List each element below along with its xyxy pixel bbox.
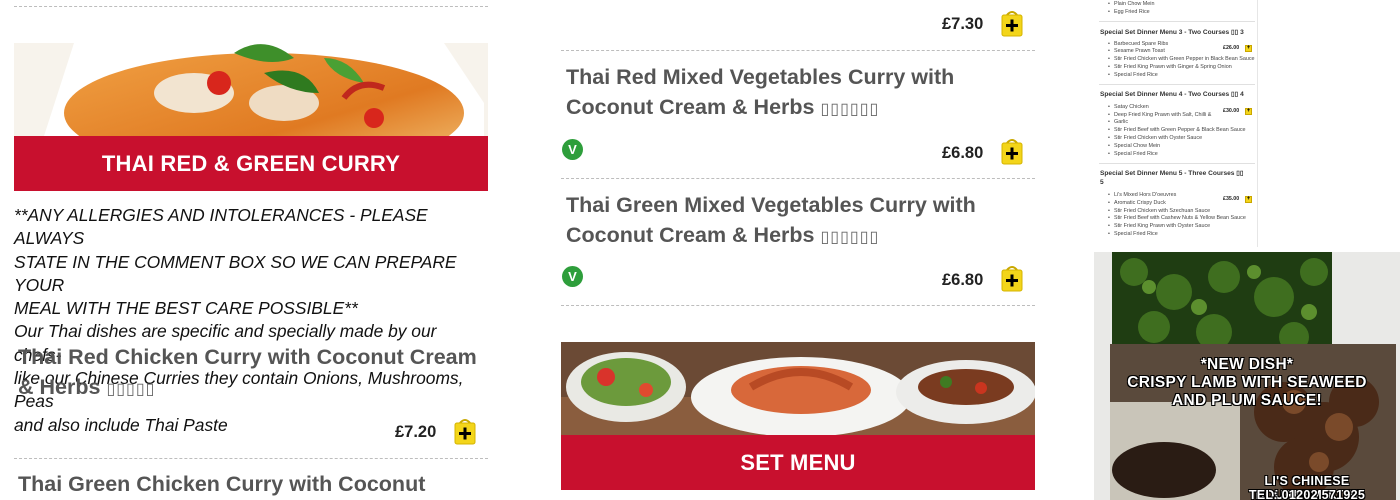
category-banner-label: SET MENU (561, 435, 1035, 490)
menu-line: Stir Fried King Prawn with Oyster Sauce (1108, 223, 1210, 229)
menu-line: Stir Fried Beef with Green Pepper & Blac… (1108, 127, 1246, 133)
dish-name-line: Thai Green Chicken Curry with Coconut (18, 472, 426, 496)
dish-name-text: Coconut Cream & Herbs (566, 223, 815, 247)
set-menu-price: £35.00 (1223, 196, 1240, 202)
menu-line: Stir Fried Chicken with Szechuan Sauce (1108, 208, 1210, 214)
add-to-basket-button[interactable]: + (1245, 196, 1252, 203)
set-menu-title: Special Set Dinner Menu 4 - Two Courses … (1100, 91, 1244, 98)
set-menu-title: Special Set Dinner Menu 5 - Three Course… (1100, 170, 1244, 177)
add-to-basket-button[interactable] (1001, 137, 1023, 165)
dish-price: £6.80 (942, 271, 984, 289)
vegetarian-icon: V (562, 139, 583, 160)
set-menu-title: 5 (1100, 179, 1104, 186)
dish-name: Thai Green Chicken Curry with Coconut (18, 469, 488, 499)
vegetarian-icon: V (562, 266, 583, 287)
dish-price: £7.20 (395, 423, 437, 441)
menu-line: Garlic (1108, 119, 1128, 125)
dish-name-text: & Herbs (18, 375, 101, 399)
menu-line: Special Fried Rice (1108, 151, 1158, 157)
dish-name-line: & Herbs ▯▯▯▯▯ (18, 372, 488, 405)
divider (561, 50, 1035, 51)
menu-line: Aromatic Crispy Duck (1108, 200, 1166, 206)
set-menu-title: Special Set Dinner Menu 3 - Two Courses … (1100, 29, 1244, 36)
curry-photo (14, 43, 488, 136)
set-menu-price: £30.00 (1223, 108, 1240, 114)
set-menu-photo (561, 342, 1035, 435)
advert-headline: *NEW DISH* (1200, 356, 1294, 373)
menu-line: Stir Fried Chicken with Green Pepper in … (1108, 56, 1255, 62)
add-to-basket-button[interactable] (1001, 264, 1023, 292)
menu-line: Special Fried Rice (1108, 72, 1158, 78)
dish-name-line: Thai Red Mixed Vegetables Curry with (566, 65, 955, 89)
missing-glyphs: ▯▯▯▯▯▯ (820, 101, 880, 118)
dish-price: £7.30 (942, 15, 984, 33)
divider (561, 305, 1035, 306)
basket-add-icon (1001, 11, 1023, 37)
dish-name: Thai Red Mixed Vegetables Curry with Coc… (566, 62, 1034, 125)
dish-name-text: Coconut Cream & Herbs (566, 95, 815, 119)
dish-name: Thai Green Mixed Vegetables Curry with C… (566, 190, 1034, 253)
menu-line: Barbecued Spare Ribs (1108, 41, 1168, 47)
missing-glyphs: ▯▯▯▯▯▯ (820, 229, 880, 246)
missing-glyphs: ▯▯▯▯▯ (106, 381, 156, 398)
dish-name-line: Thai Red Chicken Curry with Coconut Crea… (18, 345, 477, 369)
dish-name-line: Coconut Cream & Herbs ▯▯▯▯▯▯ (566, 92, 1034, 125)
dish-name-line: Coconut Cream & Herbs ▯▯▯▯▯▯ (566, 220, 1034, 253)
divider (1099, 163, 1255, 164)
menu-line: Plain Chow Mein (1108, 1, 1155, 7)
advert-headline: CRISPY LAMB WITH SEAWEED (1127, 374, 1367, 391)
divider (1099, 21, 1255, 22)
basket-add-icon (1001, 139, 1023, 165)
divider (561, 178, 1035, 179)
add-to-basket-button[interactable] (1001, 9, 1023, 37)
menu-line: Stir Fried Beef with Cashew Nuts & Yello… (1108, 215, 1246, 221)
category-banner-set-menu[interactable]: SET MENU (561, 342, 1035, 490)
set-menu-card: Plain Chow Mein Egg Fried Rice Special S… (1097, 0, 1258, 247)
add-to-basket-button[interactable] (454, 417, 476, 445)
dish-price: £6.80 (942, 144, 984, 162)
menu-line: Special Fried Rice (1108, 231, 1158, 237)
advert-headline: AND PLUM SAUCE! (1171, 392, 1323, 409)
set-menu-price: £26.00 (1223, 45, 1240, 51)
notice-line: **ANY ALLERGIES AND INTOLERANCES - PLEAS… (14, 205, 428, 249)
divider (14, 458, 488, 459)
menu-line: Li's Mixed Hors D'oeuvres (1108, 192, 1176, 198)
notice-line: MEAL WITH THE BEST CARE POSSIBLE** (14, 298, 358, 319)
category-banner-thai-curry: THAI RED & GREEN CURRY (14, 43, 488, 191)
advert-footer: TEL: 01202 571925 (1248, 488, 1366, 500)
dish-name: Thai Red Chicken Curry with Coconut Crea… (18, 342, 488, 405)
basket-add-icon (1001, 266, 1023, 292)
menu-line: Satay Chicken (1108, 104, 1149, 110)
menu-line: Special Chow Mein (1108, 143, 1160, 149)
menu-line: Stir Fried Chicken with Oyster Sauce (1108, 135, 1202, 141)
menu-line: Stir Fried King Prawn with Ginger & Spri… (1108, 64, 1232, 70)
notice-line: STATE IN THE COMMENT BOX SO WE CAN PREPA… (14, 251, 457, 295)
add-to-basket-button[interactable]: + (1245, 108, 1252, 115)
divider (1099, 84, 1255, 85)
category-banner-label: THAI RED & GREEN CURRY (14, 136, 488, 191)
menu-line: Deep Fried King Prawn with Salt, Chilli … (1108, 112, 1211, 118)
divider (14, 6, 488, 7)
basket-add-icon (454, 419, 476, 445)
menu-line: Egg Fried Rice (1108, 9, 1150, 15)
new-dish-advert[interactable]: *NEW DISH* CRISPY LAMB WITH SEAWEED AND … (1094, 252, 1400, 500)
dish-name-line: Thai Green Mixed Vegetables Curry with (566, 193, 976, 217)
add-to-basket-button[interactable]: + (1245, 45, 1252, 52)
menu-line: Sesame Prawn Toast (1108, 48, 1165, 54)
